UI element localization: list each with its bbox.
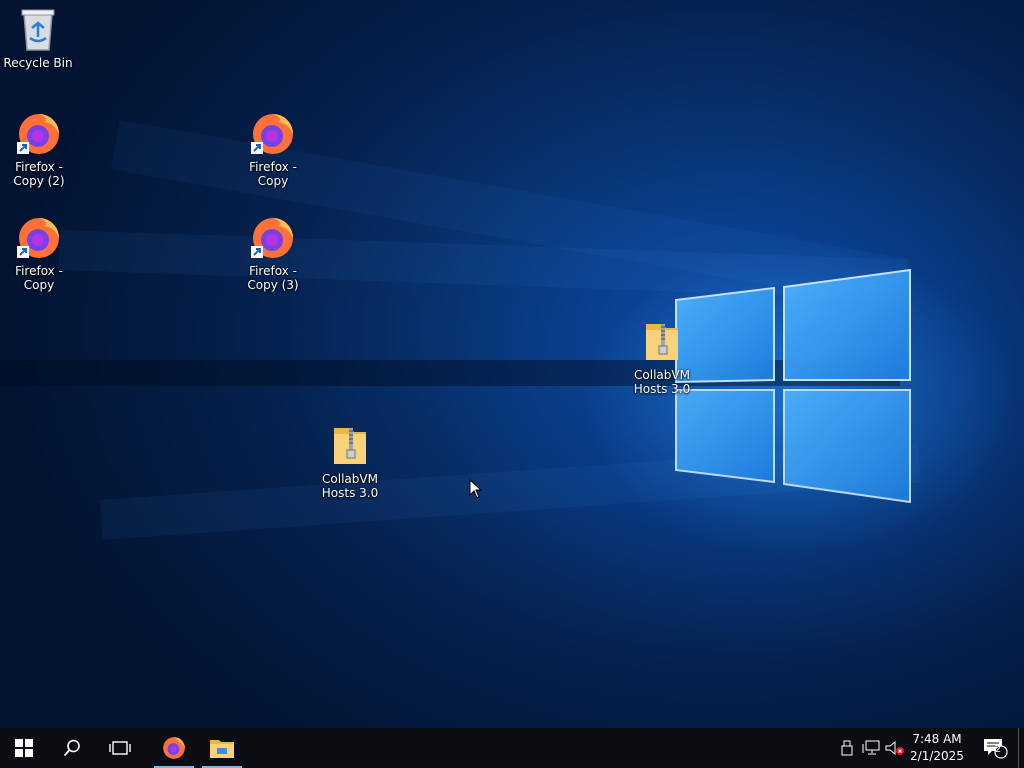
taskbar-file-explorer[interactable] bbox=[198, 728, 246, 768]
firefox-shortcut-icon bbox=[15, 214, 63, 262]
firefox-shortcut-icon bbox=[249, 214, 297, 262]
file-explorer-icon bbox=[210, 740, 234, 758]
tray-network[interactable] bbox=[860, 728, 882, 768]
desktop-icon-firefox-copy-2[interactable]: Firefox - Copy (2) bbox=[0, 110, 79, 188]
desktop-icon-label: CollabVM Hosts 3.0 bbox=[633, 368, 691, 396]
zip-folder-icon bbox=[638, 318, 686, 366]
task-view-button[interactable] bbox=[96, 728, 144, 768]
mouse-cursor-icon bbox=[469, 479, 483, 499]
taskbar-clock[interactable]: 7:48 AM 2/1/2025 bbox=[902, 731, 972, 765]
desktop-icon-recycle-bin[interactable]: Recycle Bin bbox=[0, 6, 78, 70]
zip-folder-icon bbox=[326, 422, 374, 470]
task-view-icon bbox=[109, 741, 131, 755]
clock-date: 2/1/2025 bbox=[910, 749, 964, 763]
action-center-button[interactable]: 2 bbox=[978, 728, 1012, 768]
taskbar-firefox[interactable] bbox=[150, 728, 198, 768]
firefox-shortcut-icon bbox=[249, 110, 297, 158]
recycle-bin-icon bbox=[14, 6, 62, 54]
desktop-icon-firefox-copy-3[interactable]: Firefox - Copy (3) bbox=[233, 214, 313, 292]
firefox-shortcut-icon bbox=[15, 110, 63, 158]
desktop-icon-label: Firefox - Copy (3) bbox=[247, 264, 299, 292]
start-button[interactable] bbox=[0, 728, 48, 768]
windows-logo-wallpaper bbox=[675, 268, 911, 504]
desktop-icon-label: Firefox - Copy bbox=[15, 264, 63, 292]
notification-count-badge: 2 bbox=[994, 744, 1002, 755]
firefox-icon bbox=[163, 737, 185, 759]
windows-start-icon bbox=[15, 739, 33, 757]
clock-time: 7:48 AM bbox=[912, 732, 962, 746]
search-button[interactable] bbox=[48, 728, 96, 768]
network-icon bbox=[862, 740, 880, 755]
usb-eject-icon bbox=[841, 740, 853, 756]
desktop-icon-label: Firefox - Copy bbox=[249, 160, 297, 188]
desktop-icon-label: Recycle Bin bbox=[3, 56, 73, 70]
taskbar: 7:48 AM 2/1/2025 2 bbox=[0, 728, 1024, 768]
desktop-icon-collabvm-hosts-middle[interactable]: CollabVM Hosts 3.0 bbox=[310, 422, 390, 500]
desktop-icon-firefox-copy[interactable]: Firefox - Copy bbox=[233, 110, 313, 188]
desktop-icon-collabvm-hosts-right[interactable]: CollabVM Hosts 3.0 bbox=[622, 318, 702, 396]
desktop-icon-label: Firefox - Copy (2) bbox=[13, 160, 65, 188]
show-desktop-button[interactable] bbox=[1018, 728, 1024, 768]
desktop-icon-firefox-copy-left[interactable]: Firefox - Copy bbox=[0, 214, 79, 292]
desktop-icon-label: CollabVM Hosts 3.0 bbox=[321, 472, 379, 500]
desktop[interactable]: Recycle Bin Firefox - Copy (2) Firefox -… bbox=[0, 0, 1024, 728]
tray-usb[interactable] bbox=[838, 728, 856, 768]
search-icon bbox=[63, 739, 80, 757]
